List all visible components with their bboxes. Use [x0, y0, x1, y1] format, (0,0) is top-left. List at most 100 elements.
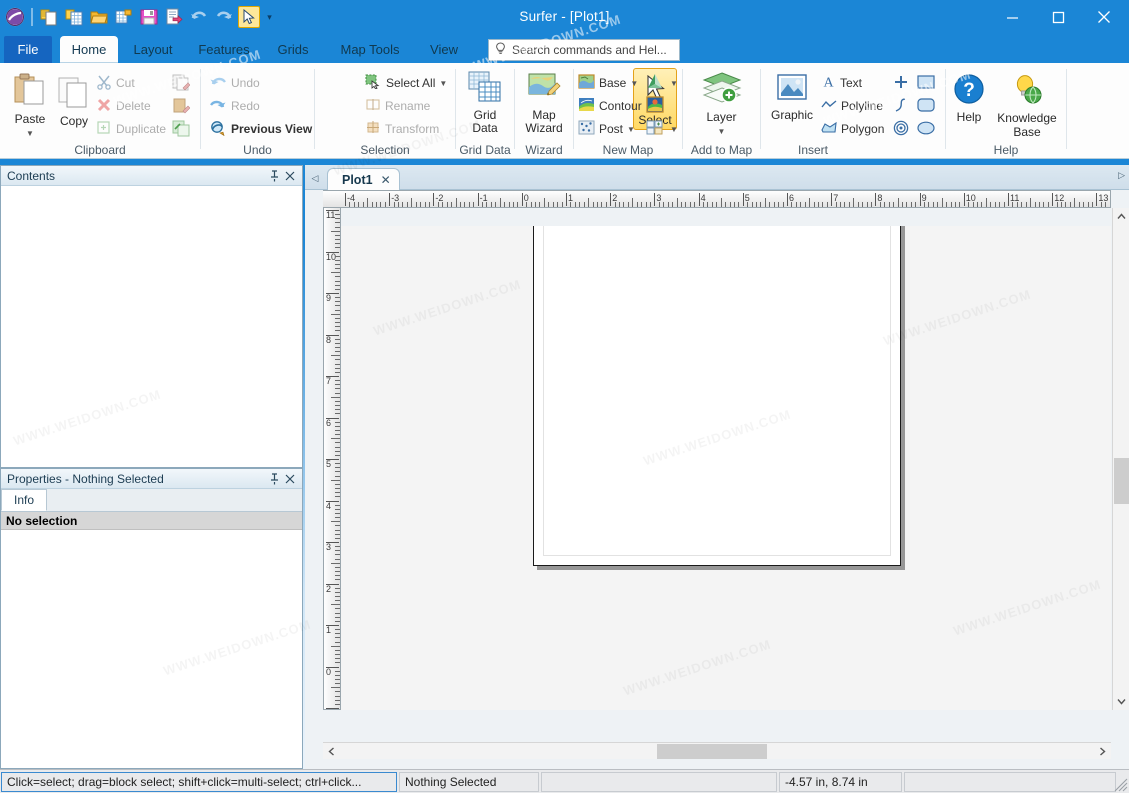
map-wizard-button[interactable]: Map Wizard	[515, 71, 573, 135]
ruler-minor-tick	[995, 202, 996, 207]
properties-pin-icon[interactable]	[266, 471, 282, 487]
tab-home[interactable]: Home	[60, 36, 118, 63]
rectangle-button[interactable]	[917, 73, 935, 93]
polygon-button[interactable]: Polygon	[821, 119, 884, 139]
scroll-down-icon[interactable]	[1113, 693, 1129, 710]
ruler-minor-tick	[425, 202, 426, 207]
paste-format-button[interactable]	[172, 96, 190, 116]
plot-canvas[interactable]	[341, 226, 1111, 710]
document-tab-close-icon[interactable]: ✕	[381, 173, 391, 187]
text-button[interactable]: A Text	[821, 73, 862, 93]
redo-button[interactable]: Redo	[209, 96, 260, 116]
vertical-ruler[interactable]: 11109876543210-1	[323, 208, 341, 710]
ruler-minor-tick	[335, 592, 340, 593]
canvas-vertical-scrollbar[interactable]	[1112, 208, 1129, 710]
contents-tree[interactable]	[1, 186, 302, 467]
search-input[interactable]: Search commands and Hel...	[488, 39, 680, 61]
tab-features[interactable]: Features	[188, 36, 260, 63]
ruler-minor-tick	[650, 202, 651, 207]
contents-pin-icon[interactable]	[266, 168, 282, 184]
tab-layout[interactable]: Layout	[122, 36, 184, 63]
canvas-horizontal-scrollbar[interactable]	[323, 742, 1111, 759]
knowledge-base-icon	[1011, 73, 1043, 108]
previous-view-button[interactable]: Previous View	[209, 119, 312, 139]
more-maps-dropdown-icon[interactable]: ▼	[670, 125, 678, 134]
doc-tab-scroll-left-icon[interactable]: ◁	[308, 170, 322, 186]
rename-button[interactable]: Rename	[365, 96, 430, 116]
scroll-right-icon[interactable]	[1094, 743, 1111, 760]
select-all-dropdown-icon[interactable]: ▼	[439, 79, 447, 88]
tab-map-tools[interactable]: Map Tools	[326, 36, 414, 63]
layer-dropdown-icon[interactable]: ▼	[718, 125, 726, 138]
scroll-left-icon[interactable]	[323, 743, 340, 760]
tab-file[interactable]: File	[4, 36, 52, 63]
post-map-dropdown-icon[interactable]: ▼	[627, 125, 635, 134]
duplicate-button[interactable]: Duplicate	[96, 119, 166, 139]
doc-tab-scroll-right-icon[interactable]: ▷	[1118, 170, 1125, 181]
base-map-dropdown-icon[interactable]: ▼	[630, 79, 638, 88]
base-map-button[interactable]: Base ▼	[578, 73, 638, 93]
window-maximize-button[interactable]	[1035, 2, 1081, 32]
layer-button[interactable]: Layer ▼	[683, 71, 760, 138]
more-maps-button[interactable]: ▼	[646, 119, 678, 139]
rounded-rectangle-button[interactable]	[917, 96, 935, 116]
knowledge-base-button[interactable]: Knowledge Base	[990, 73, 1064, 139]
ruler-minor-tick	[335, 546, 340, 547]
copy-button[interactable]: Copy	[54, 75, 94, 128]
resize-grip[interactable]	[1114, 778, 1128, 792]
ruler-minor-tick	[335, 247, 340, 248]
ruler-minor-tick	[335, 422, 340, 423]
page-sheet[interactable]	[533, 226, 901, 566]
window-close-button[interactable]	[1081, 2, 1127, 32]
document-tab-plot1[interactable]: Plot1 ✕	[327, 168, 400, 190]
ruler-minor-tick	[579, 202, 580, 207]
contour-map-button[interactable]: Contour	[578, 96, 642, 116]
text-icon: A	[821, 74, 836, 92]
ruler-major-tick	[478, 193, 479, 206]
paste-dropdown-icon[interactable]: ▼	[26, 127, 34, 140]
ruler-minor-tick	[335, 571, 340, 572]
properties-close-icon[interactable]	[282, 471, 298, 487]
horizontal-scroll-thumb[interactable]	[657, 744, 767, 759]
paste-special-button[interactable]	[172, 73, 190, 93]
spline-polyline-button[interactable]	[893, 96, 909, 116]
surface-map-dropdown-icon[interactable]: ▼	[670, 79, 678, 88]
vertical-scroll-thumb[interactable]	[1114, 458, 1129, 504]
cut-button[interactable]: Cut	[96, 73, 135, 93]
ruler-minor-tick	[562, 202, 563, 207]
ellipse-button[interactable]	[917, 119, 935, 139]
ruler-minor-tick	[456, 198, 457, 207]
ellipse-tool-button[interactable]	[893, 119, 909, 139]
grid-data-button[interactable]: Grid Data	[456, 71, 514, 135]
paste-button[interactable]: Paste ▼	[8, 71, 52, 140]
horizontal-ruler[interactable]: -4-3-2-1012345678910111213	[323, 190, 1111, 208]
post-map-button[interactable]: Post ▼	[578, 119, 635, 139]
tab-info[interactable]: Info	[1, 489, 47, 511]
polyline-button[interactable]: Polyline	[821, 96, 883, 116]
graphic-button[interactable]: Graphic	[763, 73, 821, 122]
paste-link-button[interactable]	[172, 119, 190, 139]
ruler-minor-tick	[331, 355, 340, 356]
ribbon-group-label-selection: Selection	[315, 143, 455, 157]
delete-button[interactable]: Delete	[96, 96, 151, 116]
document-area: ◁ Plot1 ✕ ▷ -4-3-2-1012345678910111213 1…	[305, 165, 1129, 769]
scroll-up-icon[interactable]	[1113, 208, 1129, 225]
help-button[interactable]: ? Help	[948, 73, 990, 124]
ruler-minor-tick	[331, 438, 340, 439]
ruler-minor-tick	[628, 202, 629, 207]
surface-map-button[interactable]: ▼	[646, 73, 678, 93]
map-wizard-label-2: Wizard	[525, 122, 562, 135]
properties-grid[interactable]	[1, 530, 302, 767]
symbol-button[interactable]	[893, 73, 909, 93]
ruler-major-tick	[326, 667, 339, 668]
undo-button[interactable]: Undo	[209, 73, 260, 93]
image-map-button[interactable]	[646, 96, 664, 116]
tab-view[interactable]: View	[418, 36, 470, 63]
ruler-minor-tick	[504, 202, 505, 207]
undo-label: Undo	[231, 76, 260, 90]
window-minimize-button[interactable]	[989, 2, 1035, 32]
select-all-button[interactable]: Select All ▼	[365, 73, 447, 93]
transform-button[interactable]: Transform	[365, 119, 439, 139]
tab-grids[interactable]: Grids	[264, 36, 322, 63]
contents-close-icon[interactable]	[282, 168, 298, 184]
